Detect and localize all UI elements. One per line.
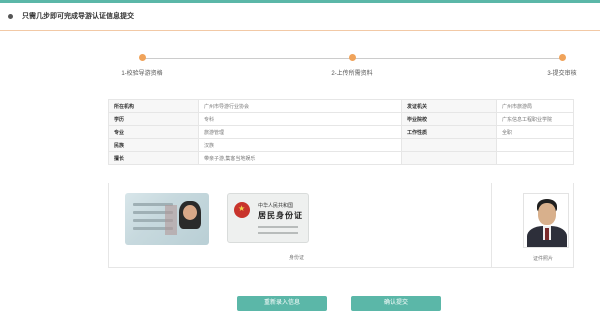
field-value: 广州市导游行业协会 [198, 99, 402, 113]
table-row: 民族 汉族 [108, 138, 574, 152]
field-label [401, 138, 497, 152]
header-divider [0, 30, 600, 31]
confirm-submit-button[interactable]: 确认提交 [351, 296, 441, 311]
step-label: 1-校验导游资格 [121, 71, 163, 77]
id-card-front-image[interactable] [125, 193, 209, 245]
table-row: 学历 专科 毕业院校 广东信息工程职业学院 [108, 112, 574, 126]
step-2: 2-上传所需资料 [312, 54, 392, 77]
id-card-back-image[interactable]: ★ 中华人民共和国 居民身份证 [227, 193, 309, 243]
field-value [496, 138, 574, 152]
field-value: 带亲子游,集客当地娱乐 [198, 151, 402, 165]
id-card-caption: 身份证 [289, 255, 305, 261]
progress-steps: 1-校验导游资格 2-上传所需资料 3-提交审核 [120, 54, 580, 84]
field-label: 所在机构 [108, 99, 199, 113]
step-1: 1-校验导游资格 [102, 54, 182, 77]
field-value [496, 151, 574, 165]
field-value: 汉族 [198, 138, 402, 152]
step-3: 3-提交审核 [522, 54, 600, 77]
field-value: 全职 [496, 125, 574, 139]
field-value: 广州市旅游局 [496, 99, 574, 113]
field-label: 毕业院校 [401, 112, 497, 126]
portrait-photo-image[interactable] [523, 193, 569, 248]
field-value: 广东信息工程职业学院 [496, 112, 574, 126]
photo-divider [491, 183, 492, 267]
field-label: 工作性质 [401, 125, 497, 139]
step-dot-icon [558, 54, 566, 61]
field-label: 发证机关 [401, 99, 497, 113]
field-label: 专业 [108, 125, 199, 139]
page-title: 只需几步即可完成导游认证信息提交 [22, 13, 134, 20]
field-value: 旅游管理 [198, 125, 402, 139]
step-dot-icon [348, 54, 356, 61]
page-header: 只需几步即可完成导游认证信息提交 [8, 9, 134, 23]
field-label: 民族 [108, 138, 199, 152]
table-row: 所在机构 广州市导游行业协会 发证机关 广州市旅游局 [108, 99, 574, 113]
step-label: 2-上传所需资料 [331, 71, 373, 77]
table-row: 擅长 带亲子游,集客当地娱乐 [108, 151, 574, 165]
top-accent-line [0, 0, 600, 3]
id-card-type-title: 居民身份证 [258, 210, 303, 220]
field-label: 学历 [108, 112, 199, 126]
step-dot-icon [138, 54, 146, 61]
portrait-caption: 证件照片 [533, 256, 554, 262]
step-label: 3-提交审核 [547, 71, 577, 77]
table-row: 专业 旅游管理 工作性质 全职 [108, 125, 574, 139]
document-photos-panel: ★ 中华人民共和国 居民身份证 身份证 证件照片 [108, 183, 574, 268]
field-label [401, 151, 497, 165]
reenter-info-button[interactable]: 重新录入信息 [237, 296, 327, 311]
id-card-country-title: 中华人民共和国 [258, 203, 294, 209]
field-label: 擅长 [108, 151, 199, 165]
info-table: 所在机构 广州市导游行业协会 发证机关 广州市旅游局 学历 专科 毕业院校 广东… [108, 99, 574, 165]
star-icon: ★ [238, 204, 246, 213]
bullet-icon [8, 13, 13, 19]
field-value: 专科 [198, 112, 402, 126]
